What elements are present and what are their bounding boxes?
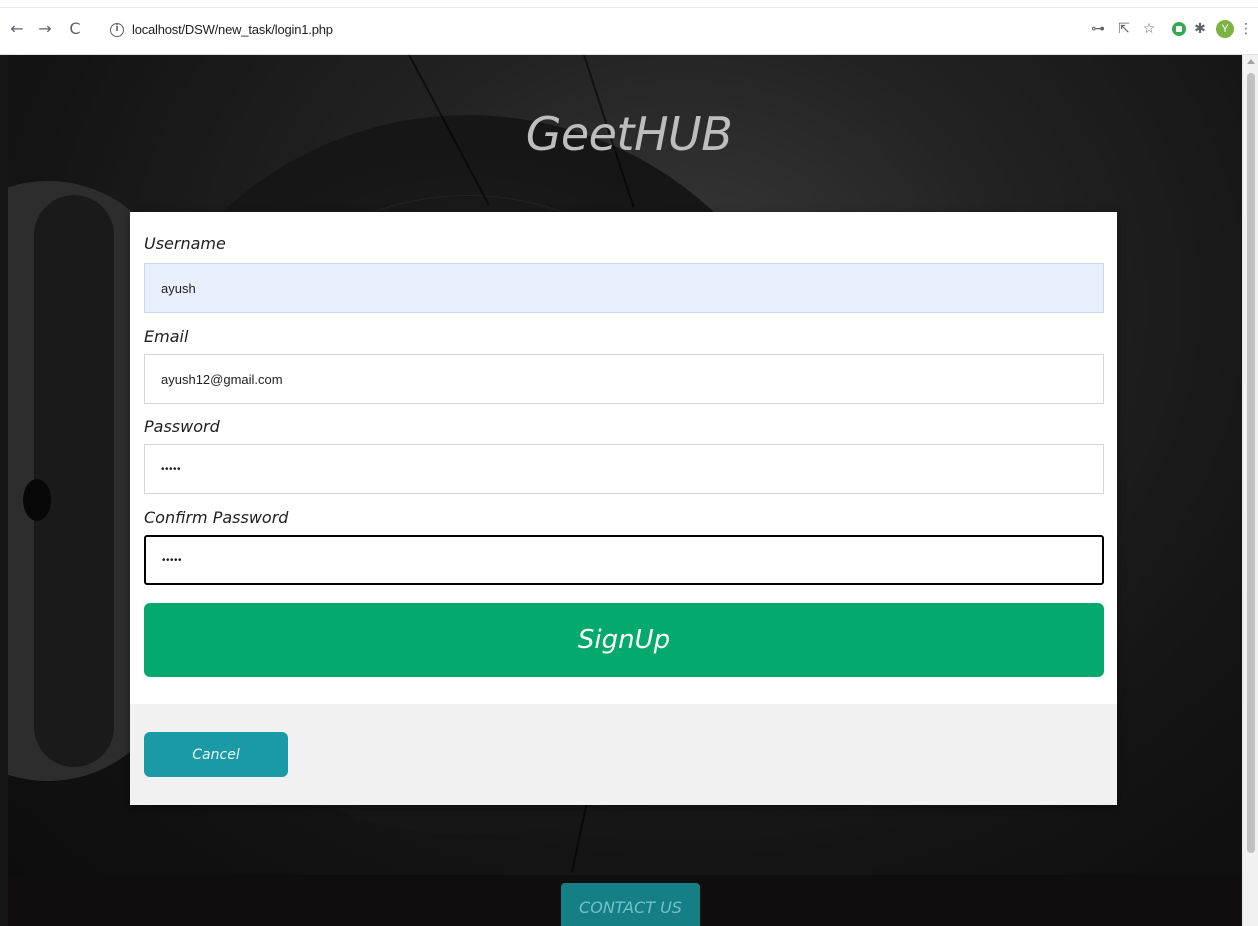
signup-form: Username Email Password Confirm Password… <box>130 212 1117 805</box>
share-icon[interactable]: ⇱ <box>1114 19 1134 39</box>
extension-icon[interactable] <box>1172 22 1186 36</box>
confirm-password-input[interactable] <box>144 535 1104 585</box>
site-footer: CONTACT US <box>8 875 1241 926</box>
url-text[interactable]: localhost/DSW/new_task/login1.php <box>132 22 333 37</box>
username-input[interactable] <box>144 263 1104 313</box>
scrollbar-thumb[interactable] <box>1247 73 1255 853</box>
site-title: GeetHUB <box>525 107 733 161</box>
forward-icon[interactable]: → <box>36 20 54 38</box>
email-label: Email <box>144 327 189 346</box>
menu-icon[interactable]: ⋮ <box>1238 19 1254 39</box>
signup-button[interactable]: SignUp <box>144 603 1104 677</box>
key-icon[interactable]: ⊶ <box>1088 19 1108 39</box>
disc-inner <box>34 195 114 767</box>
disc-hole <box>23 479 51 521</box>
profile-avatar[interactable]: Y <box>1216 20 1234 38</box>
username-label: Username <box>144 234 226 253</box>
tab-strip <box>0 0 1258 8</box>
email-input[interactable] <box>144 354 1104 404</box>
scrollbar[interactable] <box>1242 55 1258 926</box>
reload-icon[interactable]: C <box>66 20 84 38</box>
cancel-button[interactable]: Cancel <box>144 732 288 777</box>
password-input[interactable] <box>144 444 1104 494</box>
address-bar[interactable]: i localhost/DSW/new_task/login1.php <box>96 20 1216 44</box>
browser-toolbar: ← → C i localhost/DSW/new_task/login1.ph… <box>0 0 1258 55</box>
back-icon[interactable]: ← <box>8 20 26 38</box>
confirm-password-label: Confirm Password <box>144 508 289 527</box>
info-icon[interactable]: i <box>110 23 124 37</box>
scroll-up-icon[interactable] <box>1247 59 1255 64</box>
puzzle-icon[interactable]: ✱ <box>1190 19 1210 39</box>
star-icon[interactable]: ☆ <box>1139 19 1159 39</box>
password-label: Password <box>144 417 220 436</box>
contact-us-button[interactable]: CONTACT US <box>561 883 700 926</box>
page-body: GeetHUB Username Email Password Confirm … <box>0 55 1258 926</box>
form-footer: Cancel <box>130 704 1117 805</box>
